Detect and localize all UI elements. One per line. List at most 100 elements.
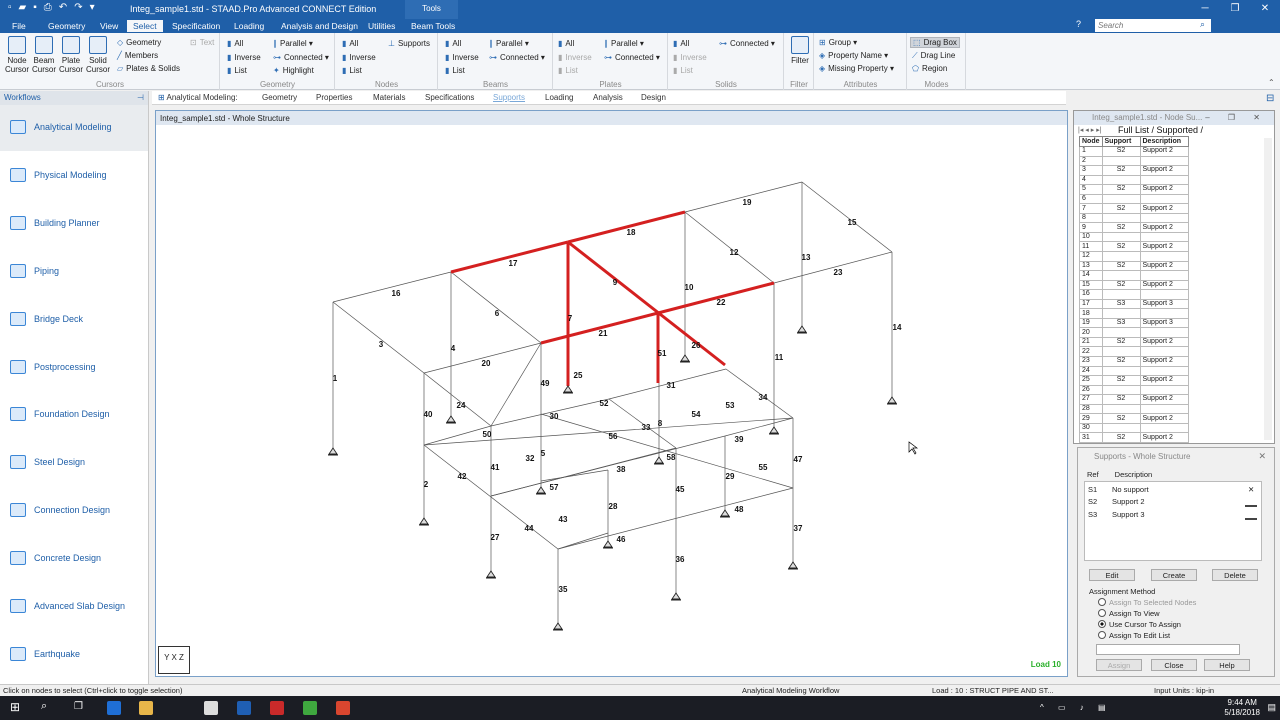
- staad-connect-icon[interactable]: [303, 701, 317, 715]
- table-row[interactable]: 18: [1079, 308, 1189, 319]
- redo-icon[interactable]: ↷: [74, 2, 82, 13]
- table-row[interactable]: 21 S2 Support 2: [1079, 336, 1189, 348]
- solid-cursor-button[interactable]: Solid Cursor: [85, 36, 111, 74]
- assign-to-view-radio[interactable]: Assign To View: [1098, 609, 1160, 618]
- supports-list[interactable]: S1 No support ✕ S2 Support 2 S3 Support 3: [1084, 481, 1262, 561]
- subtab-loading[interactable]: Loading: [545, 93, 573, 102]
- text-cursor-button[interactable]: ⊡ Text: [190, 38, 214, 47]
- workflow-item-bridge-deck[interactable]: Bridge Deck: [0, 297, 148, 343]
- support-symbol[interactable]: [603, 540, 613, 549]
- select-inverse-plates[interactable]: ▮ Inverse: [558, 53, 592, 62]
- collapse-ribbon-icon[interactable]: ⌃: [1268, 78, 1275, 87]
- drag-box-mode[interactable]: ⬚ Drag Box: [910, 37, 960, 48]
- subtab-specifications[interactable]: Specifications: [425, 93, 474, 102]
- autocad-icon[interactable]: [270, 701, 284, 715]
- support-symbol[interactable]: [446, 415, 456, 424]
- table-row[interactable]: 23 S2 Support 2: [1079, 356, 1189, 367]
- members-cursor-button[interactable]: ╱ Members: [117, 51, 158, 60]
- save-icon[interactable]: ▪: [33, 2, 37, 13]
- node-cursor-button[interactable]: Node Cursor: [4, 36, 30, 74]
- structure-viewport[interactable]: Integ_sample1.std - Whole Structure 1234…: [155, 110, 1068, 677]
- support-symbol[interactable]: [887, 396, 897, 405]
- nav-arrows-icon[interactable]: |◂ ◂ ▸ ▸|: [1078, 126, 1102, 134]
- support-symbol[interactable]: [797, 325, 807, 334]
- subtab-properties[interactable]: Properties: [316, 93, 352, 102]
- table-row[interactable]: 16: [1079, 289, 1189, 300]
- customize-icon[interactable]: ▾: [90, 2, 95, 13]
- tab-beam-tools[interactable]: Beam Tools: [405, 20, 461, 32]
- workflow-item-building-planner[interactable]: Building Planner: [0, 201, 148, 247]
- support-symbol[interactable]: [788, 561, 798, 570]
- file-explorer-icon[interactable]: [139, 701, 153, 715]
- delete-button[interactable]: Delete: [1212, 569, 1258, 581]
- table-row[interactable]: 15 S2 Support 2: [1079, 279, 1189, 291]
- select-inverse-geometry[interactable]: ▮ Inverse: [227, 53, 261, 62]
- subtab-supports[interactable]: Supports: [493, 93, 525, 102]
- restore-button[interactable]: ❐: [1220, 0, 1250, 14]
- plates-solids-cursor-button[interactable]: ▱ Plates & Solids: [117, 64, 180, 73]
- select-list-plates[interactable]: ▮ List: [558, 66, 578, 75]
- minimize-button[interactable]: ─: [1190, 0, 1220, 14]
- filter-button[interactable]: Filter: [787, 36, 813, 65]
- select-list-solids[interactable]: ▮ List: [673, 66, 693, 75]
- table-row[interactable]: 5 S2 Support 2: [1079, 184, 1189, 195]
- structure-model[interactable]: 123 4567891011121314151617181920212223242…: [156, 125, 1067, 676]
- support-symbol[interactable]: [720, 509, 730, 518]
- table-row[interactable]: 7 S2 Support 2: [1079, 203, 1189, 214]
- beam-member[interactable]: [801, 181, 893, 253]
- undo-icon[interactable]: ↶: [59, 2, 67, 13]
- drag-line-mode[interactable]: ⟋ Drag Line: [912, 51, 955, 61]
- workflow-item-physical-modeling[interactable]: Physical Modeling: [0, 153, 148, 199]
- beam-member[interactable]: [557, 487, 794, 550]
- table-row[interactable]: 14: [1079, 270, 1189, 281]
- staad-pro-icon[interactable]: [336, 701, 350, 715]
- beam-member[interactable]: [450, 271, 542, 344]
- select-group-button[interactable]: ⊞ Group ▾: [819, 38, 857, 47]
- select-all-beams[interactable]: ▮ All: [445, 39, 461, 48]
- subtab-materials[interactable]: Materials: [373, 93, 405, 102]
- tab-utilities[interactable]: Utilities: [362, 20, 401, 32]
- workflow-item-analytical-modeling[interactable]: Analytical Modeling: [0, 105, 148, 151]
- beam-member[interactable]: [540, 469, 609, 482]
- table-row[interactable]: 22: [1079, 346, 1189, 358]
- support-symbol[interactable]: [553, 622, 563, 631]
- select-parallel-plates[interactable]: ∥ Parallel ▾: [604, 39, 644, 48]
- table-row[interactable]: 20: [1079, 327, 1189, 338]
- table-row[interactable]: 11 S2 Support 2: [1079, 241, 1189, 252]
- support-symbol[interactable]: [654, 456, 664, 465]
- beam-member[interactable]: [684, 181, 803, 213]
- tab-select[interactable]: Select: [127, 20, 163, 32]
- beam-member[interactable]: [540, 413, 794, 489]
- table-row[interactable]: 1 S2 Support 2: [1079, 146, 1189, 157]
- system-tray-icons[interactable]: ^ ▭ ♪ ▤: [1040, 703, 1112, 712]
- support-symbol[interactable]: [536, 486, 546, 495]
- select-all-geometry[interactable]: ▮ All: [227, 39, 243, 48]
- select-all-nodes[interactable]: ▮ All: [342, 39, 358, 48]
- use-cursor-to-assign-radio[interactable]: Use Cursor To Assign: [1098, 620, 1181, 629]
- subtab-analysis[interactable]: Analysis: [593, 93, 623, 102]
- select-list-nodes[interactable]: ▮ List: [342, 66, 362, 75]
- table-row[interactable]: 9 S2 Support 2: [1079, 222, 1189, 233]
- print-icon[interactable]: ⎙: [44, 2, 52, 13]
- table-row[interactable]: 26: [1079, 384, 1189, 396]
- select-connected-solids[interactable]: ⊶ Connected ▾: [719, 39, 775, 48]
- tab-loading[interactable]: Loading: [228, 20, 270, 32]
- workflow-item-concrete-design[interactable]: Concrete Design: [0, 536, 148, 582]
- start-windows-icon[interactable]: ⊞: [10, 700, 20, 714]
- table-row[interactable]: 6: [1079, 193, 1189, 205]
- pin-icon[interactable]: ⊣: [137, 93, 144, 102]
- table-row[interactable]: 12: [1079, 251, 1189, 262]
- assign-to-edit-list-radio[interactable]: Assign To Edit List: [1098, 631, 1170, 640]
- beam-member[interactable]: [423, 425, 492, 446]
- assign-selected-nodes-radio[interactable]: Assign To Selected Nodes: [1098, 598, 1196, 607]
- task-view-icon[interactable]: ❐: [74, 701, 83, 712]
- supports-close-icon[interactable]: ✕: [1258, 451, 1266, 462]
- select-connected-beams[interactable]: ⊶ Connected ▾: [489, 53, 545, 62]
- notifications-icon[interactable]: ▤: [1267, 702, 1276, 713]
- selected-beam-member[interactable]: [540, 311, 659, 345]
- select-all-solids[interactable]: ▮ All: [673, 39, 689, 48]
- subtab-design[interactable]: Design: [641, 93, 666, 102]
- beam-member[interactable]: [423, 342, 542, 374]
- open-folder-icon[interactable]: ▰: [19, 2, 27, 13]
- workflow-item-steel-design[interactable]: Steel Design: [0, 440, 148, 486]
